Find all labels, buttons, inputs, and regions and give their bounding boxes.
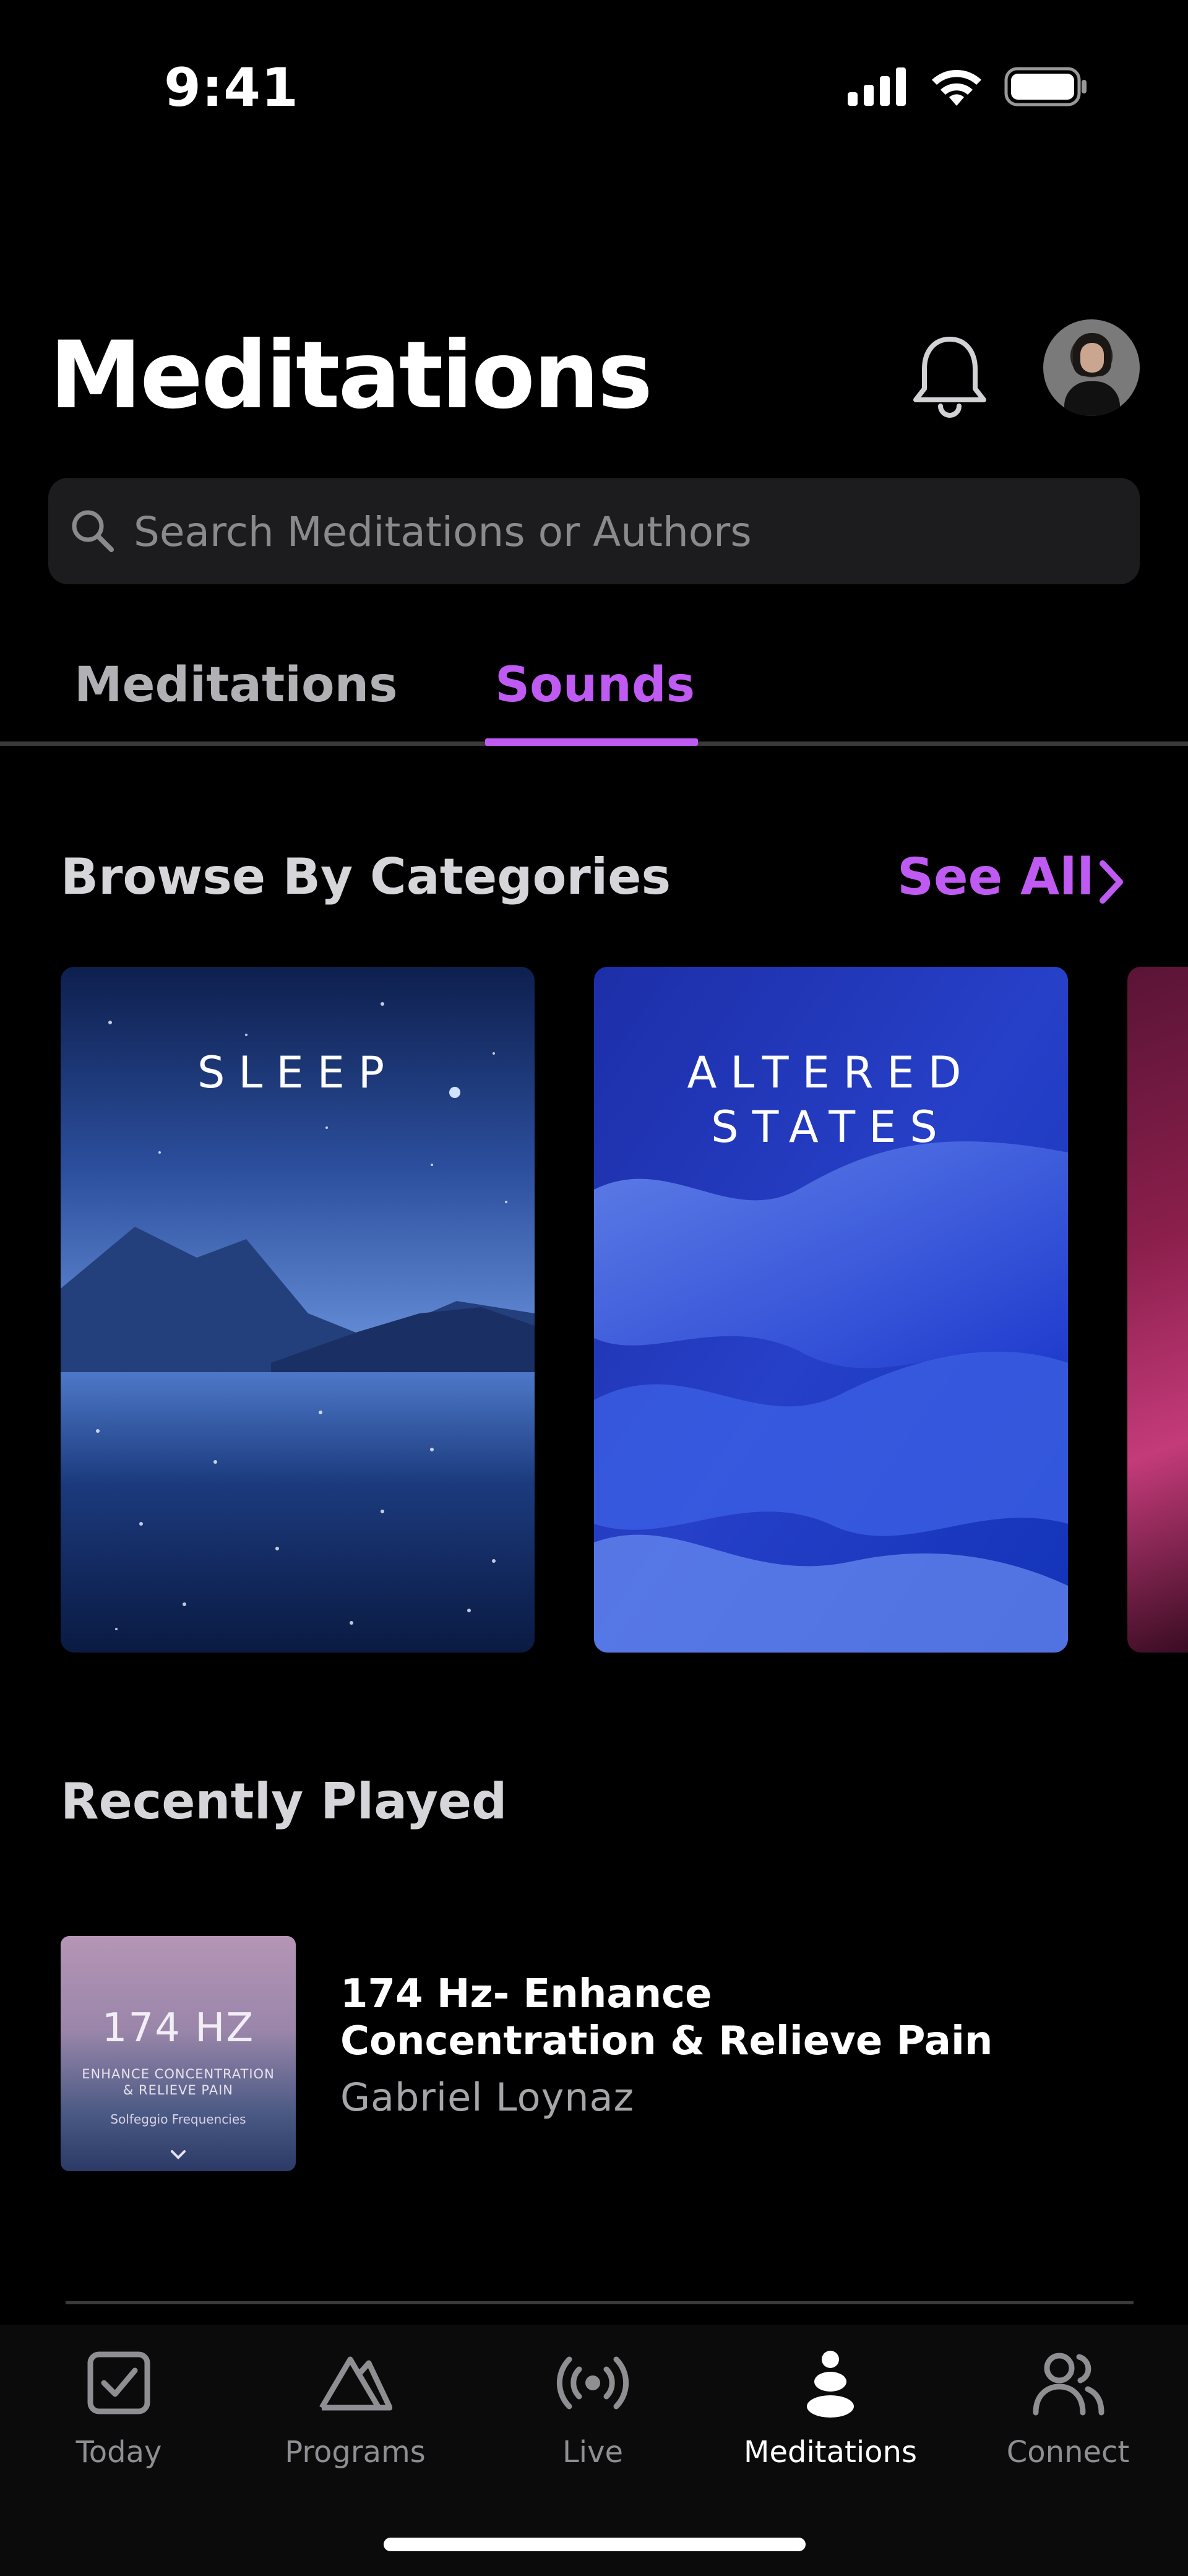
avatar[interactable] [1043,319,1140,416]
cellular-signal-icon [848,67,906,106]
see-all-link[interactable]: See All [897,848,1095,907]
tab-bar-label: Connect [1006,2435,1130,2470]
stacked-stones-icon [807,2351,854,2418]
battery-icon [1004,67,1087,106]
tab-active-indicator [485,738,698,746]
section-title-browse: Browse By Categories [61,848,671,905]
category-card-altered-states[interactable]: ALTERED STATES [594,967,1068,1653]
thumbnail-subtitle: ENHANCE CONCENTRATION & RELIEVE PAIN [61,2066,296,2098]
tab-bar-item-meditations[interactable]: Meditations [738,2346,923,2470]
tab-bar-item-connect[interactable]: Connect [975,2346,1161,2470]
thumbnail-series: Solfeggio Frequencies [110,2112,246,2127]
track-title[interactable]: 174 Hz- Enhance Concentration & Relieve … [340,1971,1021,2065]
track-author: Gabriel Loynaz [340,2075,635,2120]
tab-bar-item-live[interactable]: Live [500,2346,686,2470]
people-icon [1033,2353,1104,2416]
status-icons [848,67,1087,106]
chevron-right-icon[interactable] [1096,857,1127,907]
checkbox-icon [87,2351,150,2414]
thumbnail-subtitle-line2: & RELIEVE PAIN [123,2083,233,2098]
bell-icon[interactable] [910,334,990,418]
search-icon [72,510,114,552]
status-time: 9:41 [164,57,299,119]
thumbnail-subtitle-line1: ENHANCE CONCENTRATION [82,2067,275,2081]
page-title: Meditations [50,322,653,430]
tab-bar-label: Live [562,2435,623,2470]
category-card-title-line2: STATES [711,1102,951,1152]
category-card-sleep[interactable]: SLEEP [61,967,535,1653]
category-card-title-line1: ALTERED [687,1047,975,1098]
tab-meditations[interactable]: Meditations [74,657,398,713]
tab-bar-item-programs[interactable]: Programs [262,2346,448,2470]
category-card-title: SLEEP [197,1047,398,1098]
track-thumbnail[interactable]: 174 HZ ENHANCE CONCENTRATION & RELIEVE P… [61,1936,296,2171]
home-indicator[interactable] [384,2538,806,2551]
section-title-recent: Recently Played [61,1773,507,1830]
wifi-icon [932,70,981,106]
broadcast-icon [556,2356,629,2410]
search-input[interactable] [132,503,1100,561]
list-divider [66,2301,1134,2304]
mountain-icon [319,2356,392,2411]
tab-bar-item-today[interactable]: Today [26,2346,212,2470]
category-card-partial[interactable] [1127,967,1188,1653]
thumbnail-title: 174 HZ [101,2005,255,2051]
tab-bar-label: Programs [285,2435,426,2470]
chevron-down-icon [171,2150,186,2159]
tab-bar-label: Meditations [744,2435,917,2470]
tab-sounds[interactable]: Sounds [495,657,695,713]
tab-bar-label: Today [75,2435,162,2470]
